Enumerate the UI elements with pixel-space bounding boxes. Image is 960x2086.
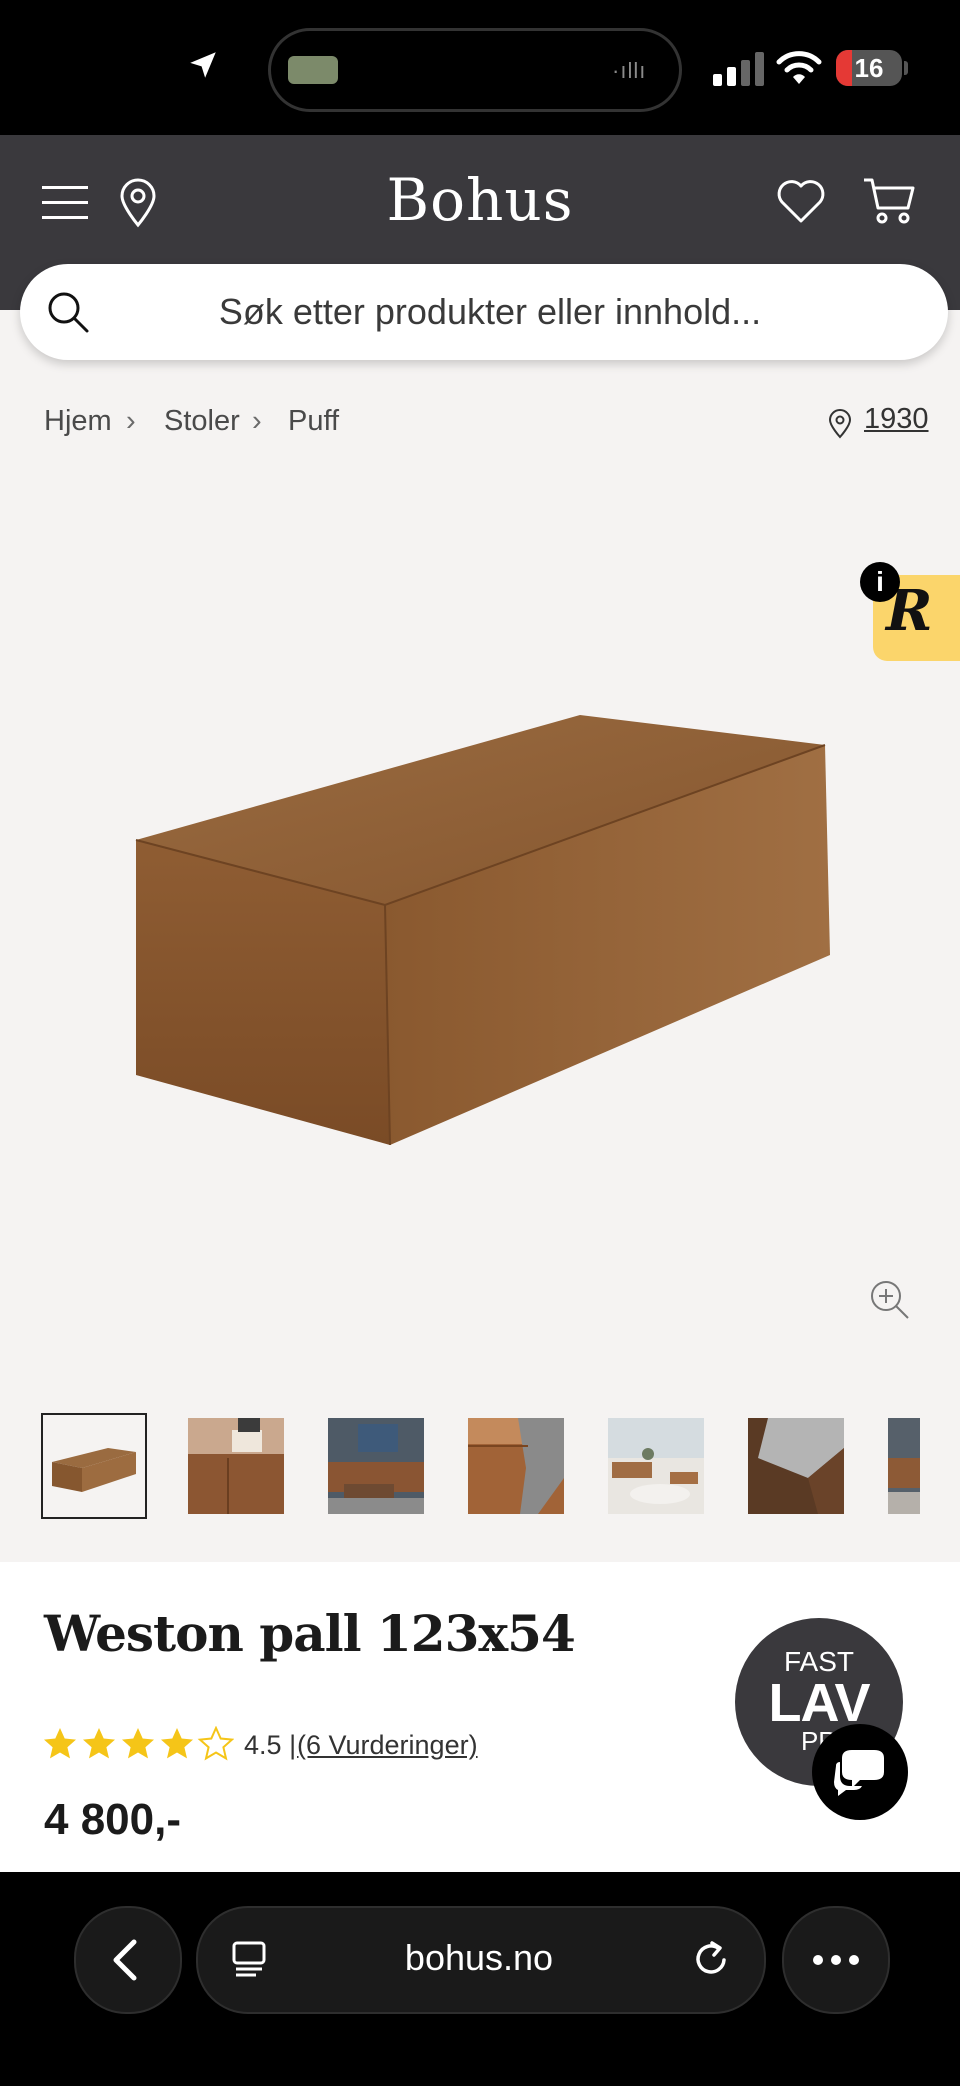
thumbnail-7[interactable]: [888, 1418, 920, 1514]
url-text[interactable]: bohus.no: [196, 1906, 762, 2010]
chat-bubbles-icon: [834, 1750, 884, 1796]
battery-percent: 16: [854, 53, 884, 83]
rating-value: 4.5 |: [244, 1730, 296, 1761]
battery-tip: [904, 61, 908, 75]
product-price: 4 800,-: [44, 1795, 181, 1844]
thumbnail-6[interactable]: [748, 1418, 844, 1514]
audio-wave-icon: ·ıllı: [612, 58, 647, 83]
chat-button[interactable]: [812, 1724, 908, 1820]
thumbnail-2[interactable]: [188, 1418, 284, 1514]
selected-store-link[interactable]: 1930: [864, 403, 929, 436]
thumbnail-5[interactable]: [608, 1418, 704, 1514]
info-icon[interactable]: i: [860, 562, 900, 602]
location-arrow-icon: [190, 52, 216, 78]
thumbnail-1[interactable]: [41, 1413, 147, 1519]
breadcrumb-stoler[interactable]: Stoler: [164, 405, 240, 438]
search-icon[interactable]: [46, 290, 90, 334]
product-title: Weston pall 123x54: [44, 1604, 576, 1663]
more-options-button[interactable]: [782, 1906, 890, 2014]
reload-icon[interactable]: [690, 1938, 732, 1980]
reviews-link[interactable]: (6 Vurderinger): [297, 1730, 478, 1761]
product-image[interactable]: [120, 700, 840, 1160]
chevron-right-icon: ›: [126, 405, 136, 437]
store-pin-icon: [828, 409, 852, 439]
thumbnail-4[interactable]: [468, 1418, 564, 1514]
zoom-in-icon[interactable]: [868, 1278, 912, 1322]
rating-separator: |: [289, 1730, 297, 1760]
now-playing-thumbnail: [288, 56, 338, 84]
wishlist-heart-icon[interactable]: [776, 178, 826, 224]
wifi-icon: [776, 51, 822, 84]
rating-number: 4.5: [244, 1730, 282, 1760]
chevron-left-icon: [113, 1939, 137, 1981]
more-dots-icon: [813, 1955, 859, 1965]
search-input[interactable]: [100, 264, 880, 360]
browser-back-button[interactable]: [74, 1906, 182, 2014]
chevron-right-icon: ›: [252, 405, 262, 437]
thumbnail-3[interactable]: [328, 1418, 424, 1514]
breadcrumb-puff[interactable]: Puff: [288, 405, 339, 438]
shopping-cart-icon[interactable]: [862, 176, 916, 226]
cellular-signal-icon: [713, 52, 764, 86]
star-rating-icon[interactable]: [42, 1726, 234, 1762]
breadcrumb-home[interactable]: Hjem: [44, 405, 112, 438]
status-time: 15:38: [70, 44, 175, 88]
